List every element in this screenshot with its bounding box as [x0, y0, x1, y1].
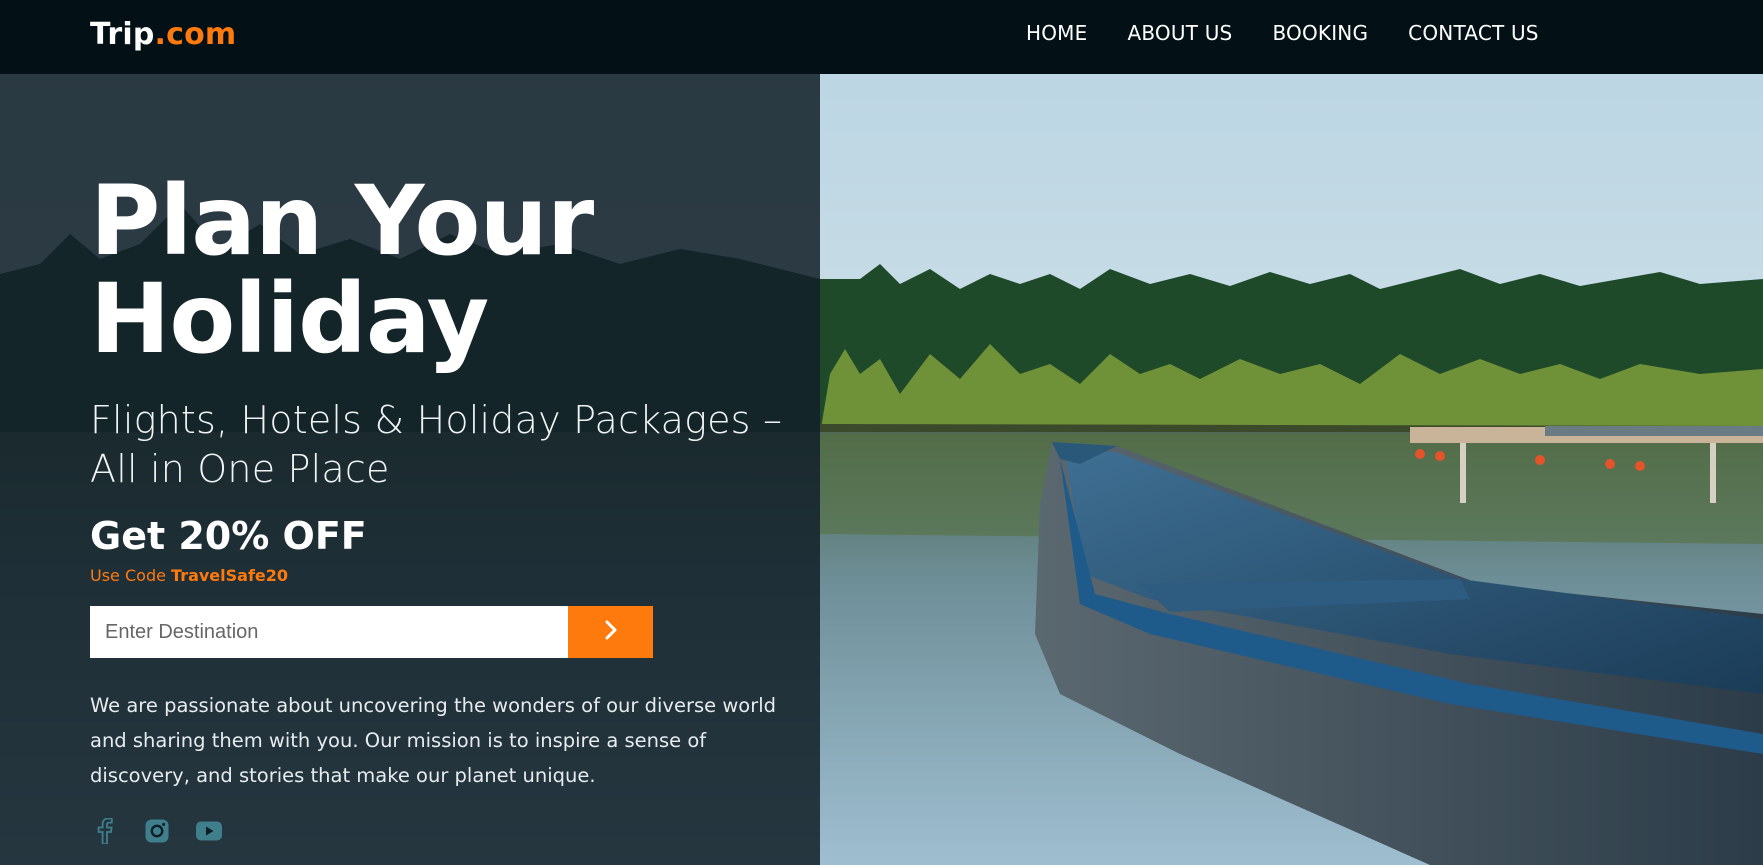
hero-subtitle: Flights, Hotels & Holiday Packages – All…: [90, 396, 810, 494]
nav-about-us[interactable]: ABOUT US: [1127, 21, 1232, 45]
site-header: Trip.com HOME ABOUT US BOOKING CONTACT U…: [0, 0, 1763, 74]
promo-code-line: Use Code TravelSafe20: [90, 566, 288, 585]
main-nav: HOME ABOUT US BOOKING CONTACT US: [1026, 21, 1579, 45]
promo-code-prefix: Use Code: [90, 566, 172, 585]
destination-input[interactable]: [90, 606, 568, 658]
youtube-icon[interactable]: [194, 816, 224, 846]
search-submit-button[interactable]: [568, 606, 653, 658]
hero-subtitle-line2: All in One Place: [90, 447, 390, 491]
hero-description: We are passionate about uncovering the w…: [90, 694, 777, 787]
logo-suffix: .com: [154, 17, 237, 52]
nav-home[interactable]: HOME: [1026, 21, 1087, 45]
hero-subtitle-line1: Flights, Hotels & Holiday Packages –: [90, 398, 783, 442]
hero-title: Plan Your Holiday: [90, 165, 594, 375]
nav-booking[interactable]: BOOKING: [1272, 21, 1368, 45]
chevron-right-icon: [604, 619, 618, 646]
social-links: [90, 816, 224, 846]
instagram-icon[interactable]: [142, 816, 172, 846]
promo-code: TravelSafe20: [171, 566, 289, 585]
hero-title-line2: Holiday: [90, 263, 489, 375]
destination-search: [90, 606, 653, 658]
offer-heading: Get 20% OFF: [90, 514, 367, 558]
nav-contact-us[interactable]: CONTACT US: [1408, 21, 1539, 45]
hero-title-line1: Plan Your: [90, 165, 594, 277]
facebook-icon[interactable]: [90, 816, 120, 846]
site-logo[interactable]: Trip.com: [90, 17, 236, 52]
logo-text: Trip: [90, 17, 155, 52]
